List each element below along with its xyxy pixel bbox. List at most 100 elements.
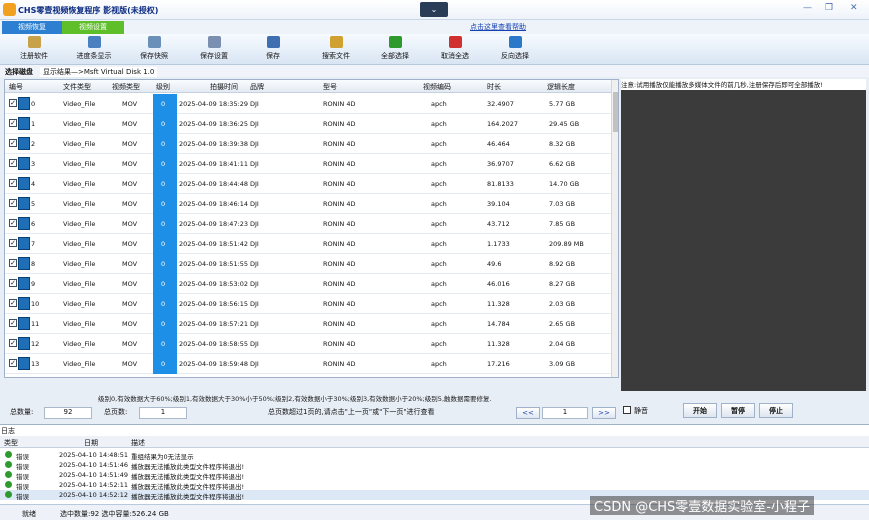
row-checkbox[interactable]: ✓ bbox=[9, 359, 17, 367]
col-logical-length[interactable]: 逻辑长度 bbox=[547, 82, 575, 92]
table-cell: RONIN 4D bbox=[323, 180, 356, 188]
table-row[interactable]: ✓ 5 Video_File MOV 0 2025-04-09 18:46:14 DJI RO… bbox=[5, 194, 611, 214]
title-bar: CHS零壹视频恢复程序 影视版(未授权) ⌄ — ❐ ✕ bbox=[0, 0, 869, 20]
col-duration[interactable]: 时长 bbox=[487, 82, 501, 92]
table-row[interactable]: ✓ 10 Video_File MOV 0 2025-04-09 18:56:15 DJI R… bbox=[5, 294, 611, 314]
minimize-button[interactable]: — bbox=[803, 3, 812, 13]
invert-select-icon bbox=[508, 36, 522, 48]
col-shoot-time[interactable]: 拍摄时间 bbox=[210, 82, 238, 92]
table-cell: apch bbox=[431, 180, 447, 188]
table-cell: 5 bbox=[31, 200, 36, 208]
table-row[interactable]: ✓ 9 Video_File MOV 0 2025-04-09 18:53:02 DJI RO… bbox=[5, 274, 611, 294]
log-cell: 2025-04-10 14:52:12 bbox=[59, 491, 129, 499]
select-disk-button[interactable]: 选择磁盘 bbox=[5, 67, 33, 77]
row-checkbox[interactable]: ✓ bbox=[9, 139, 17, 147]
table-row[interactable]: ✓ 12 Video_File MOV 0 2025-04-09 18:58:55 DJI R… bbox=[5, 334, 611, 354]
row-checkbox[interactable]: ✓ bbox=[9, 239, 17, 247]
table-cell: MOV bbox=[122, 280, 138, 288]
uncheck-all-icon bbox=[448, 36, 462, 48]
col-video-type[interactable]: 视频类型 bbox=[112, 82, 140, 92]
pause-button[interactable]: 暂停 bbox=[721, 403, 755, 418]
table-cell: 46.016 bbox=[487, 280, 510, 288]
tab-video-settings[interactable]: 视频设置 bbox=[62, 21, 124, 34]
row-checkbox[interactable]: ✓ bbox=[9, 319, 17, 327]
table-row[interactable]: ✓ 11 Video_File MOV 0 2025-04-09 18:57:21 DJI R… bbox=[5, 314, 611, 334]
search-file-button[interactable]: 搜索文件 bbox=[306, 36, 366, 64]
table-row[interactable]: ✓ 0 Video_File MOV 0 2025-04-09 18:35:29 DJI RO… bbox=[5, 94, 611, 114]
vertical-scrollbar[interactable] bbox=[611, 80, 618, 377]
next-page-button[interactable]: >> bbox=[592, 407, 616, 419]
select-all-button[interactable]: 全部选择 bbox=[365, 36, 425, 64]
table-cell: apch bbox=[431, 140, 447, 148]
start-button[interactable]: 开始 bbox=[683, 403, 717, 418]
table-cell: MOV bbox=[122, 260, 138, 268]
table-cell: 14.784 bbox=[487, 320, 510, 328]
col-codec[interactable]: 视频编码 bbox=[423, 82, 451, 92]
save-snapshot-button[interactable]: 保存快照 bbox=[124, 36, 184, 64]
row-checkbox[interactable]: ✓ bbox=[9, 179, 17, 187]
table-cell: 2025-04-09 18:47:23 bbox=[179, 220, 249, 228]
table-row[interactable]: ✓ 1 Video_File MOV 0 2025-04-09 18:36:25 DJI RO… bbox=[5, 114, 611, 134]
register-button[interactable]: 注册软件 bbox=[4, 36, 64, 64]
log-row[interactable]: 错误 2025-04-10 14:51:46 播放器无法播放此类型文件程序将退出! bbox=[0, 460, 869, 471]
table-cell: 2.03 GB bbox=[549, 300, 576, 308]
snapshot-icon bbox=[147, 36, 161, 48]
chevron-down-icon[interactable]: ⌄ bbox=[420, 2, 448, 17]
table-cell: 29.45 GB bbox=[549, 120, 580, 128]
row-checkbox[interactable]: ✓ bbox=[9, 259, 17, 267]
table-cell: Video_File bbox=[63, 200, 96, 208]
invert-select-button[interactable]: 反向选择 bbox=[485, 36, 545, 64]
row-checkbox[interactable]: ✓ bbox=[9, 279, 17, 287]
deselect-all-button[interactable]: 取消全选 bbox=[425, 36, 485, 64]
video-file-icon bbox=[18, 317, 30, 330]
col-model[interactable]: 型号 bbox=[323, 82, 337, 92]
table-cell: 43.712 bbox=[487, 220, 510, 228]
table-row[interactable]: ✓ 2 Video_File MOV 0 2025-04-09 18:39:38 DJI RO… bbox=[5, 134, 611, 154]
info-icon bbox=[5, 491, 12, 498]
table-cell: 17.216 bbox=[487, 360, 510, 368]
mute-checkbox[interactable] bbox=[623, 406, 631, 414]
table-row[interactable]: ✓ 7 Video_File MOV 0 2025-04-09 18:51:42 DJI RO… bbox=[5, 234, 611, 254]
row-checkbox[interactable]: ✓ bbox=[9, 219, 17, 227]
row-checkbox[interactable]: ✓ bbox=[9, 119, 17, 127]
col-file-type[interactable]: 文件类型 bbox=[63, 82, 91, 92]
col-level[interactable]: 级别 bbox=[156, 82, 170, 92]
table-row[interactable]: ✓ 4 Video_File MOV 0 2025-04-09 18:44:48 DJI RO… bbox=[5, 174, 611, 194]
col-id[interactable]: 编号 bbox=[9, 82, 23, 92]
row-checkbox[interactable]: ✓ bbox=[9, 99, 17, 107]
row-checkbox[interactable]: ✓ bbox=[9, 339, 17, 347]
page-number-input[interactable]: 1 bbox=[542, 407, 588, 419]
col-brand[interactable]: 品牌 bbox=[250, 82, 264, 92]
table-cell: RONIN 4D bbox=[323, 200, 356, 208]
log-row[interactable]: 错误 2025-04-10 14:51:49 播放器无法播放此类型文件程序将退出! bbox=[0, 470, 869, 481]
table-cell: Video_File bbox=[63, 280, 96, 288]
table-row[interactable]: ✓ 3 Video_File MOV 0 2025-04-09 18:41:11 DJI RO… bbox=[5, 154, 611, 174]
save-settings-button[interactable]: 保存设置 bbox=[184, 36, 244, 64]
table-row[interactable]: ✓ 6 Video_File MOV 0 2025-04-09 18:47:23 DJI RO… bbox=[5, 214, 611, 234]
log-row[interactable]: 错误 2025-04-10 14:48:51 重组结果为0无法显示 bbox=[0, 450, 869, 461]
prev-page-button[interactable]: << bbox=[516, 407, 540, 419]
table-row[interactable]: ✓ 8 Video_File MOV 0 2025-04-09 18:51:55 DJI RO… bbox=[5, 254, 611, 274]
row-checkbox[interactable]: ✓ bbox=[9, 199, 17, 207]
row-checkbox[interactable]: ✓ bbox=[9, 299, 17, 307]
table-cell: DJI bbox=[250, 280, 259, 288]
tab-video-recovery[interactable]: 视频恢复 bbox=[2, 21, 62, 34]
scroll-thumb[interactable] bbox=[613, 92, 618, 132]
save-button[interactable]: 保存 bbox=[243, 36, 303, 64]
table-row[interactable]: ✓ 13 Video_File MOV 0 2025-04-09 18:59:48 DJI R… bbox=[5, 354, 611, 374]
maximize-button[interactable]: ❐ bbox=[825, 3, 833, 13]
log-row[interactable]: 错误 2025-04-10 14:52:11 播放器无法播放此类型文件程序将退出! bbox=[0, 480, 869, 491]
table-cell: MOV bbox=[122, 120, 138, 128]
table-cell: 0 bbox=[161, 300, 166, 308]
video-file-icon bbox=[18, 157, 30, 170]
table-cell: DJI bbox=[250, 220, 259, 228]
close-button[interactable]: ✕ bbox=[850, 3, 858, 13]
help-link[interactable]: 点击这里查看帮助 bbox=[470, 22, 526, 32]
row-checkbox[interactable]: ✓ bbox=[9, 159, 17, 167]
table-cell: apch bbox=[431, 100, 447, 108]
table-cell: 2025-04-09 18:58:55 bbox=[179, 340, 249, 348]
snapshot-label: 保存快照 bbox=[140, 52, 168, 60]
table-cell: 2025-04-09 18:56:15 bbox=[179, 300, 249, 308]
stop-button[interactable]: 停止 bbox=[759, 403, 793, 418]
progress-display-button[interactable]: 进度条显示 bbox=[64, 36, 124, 64]
